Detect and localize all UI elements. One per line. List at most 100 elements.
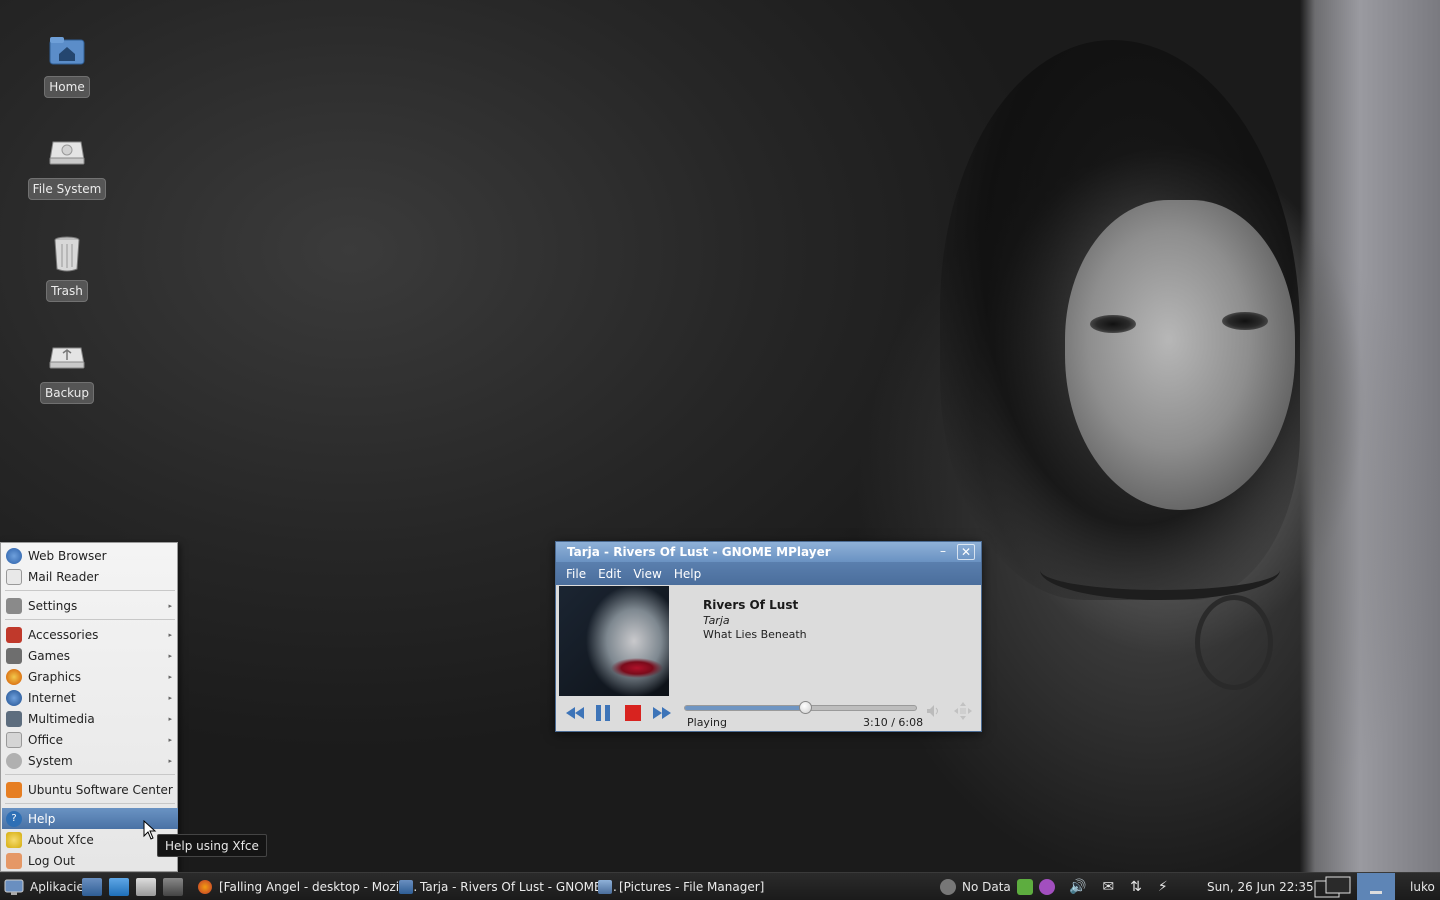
menu-file[interactable]: File [566,567,586,581]
menu-item-software-center[interactable]: Ubuntu Software Center [2,779,178,800]
games-icon [6,647,22,664]
menu-separator [5,774,175,775]
weather-text: No Data [962,880,1011,894]
weather-icon [940,879,956,895]
menu-item-web-browser[interactable]: Web Browser [2,545,178,566]
xfce-logo-icon [4,879,24,895]
rewind-button[interactable] [563,702,587,724]
clock[interactable]: Sun, 26 Jun 22:35 [1207,873,1314,900]
menu-item-label: Mail Reader [28,569,99,584]
start-label: Aplikacie [30,880,84,894]
menu-item-internet[interactable]: Internet ▸ [2,687,178,708]
menu-item-games[interactable]: Games ▸ [2,645,178,666]
forward-button[interactable] [650,702,674,724]
menu-edit[interactable]: Edit [598,567,621,581]
desktop-icon-file-system[interactable]: File System [22,132,112,200]
backup-drive-icon [47,336,87,376]
track-artist: Tarja [703,614,730,627]
desktop-icon-home[interactable]: Home [22,30,112,98]
task-button-mplayer[interactable]: Tarja - Rivers Of Lust - GNOME ... [399,875,617,899]
workspaces-icon [1314,876,1351,898]
globe-icon [6,547,22,564]
desktop-launcher-icon[interactable] [82,878,102,896]
desktop-icon-label: File System [27,178,107,200]
taskbar: Aplikacie [Falling Angel - desktop - Moz… [0,872,1440,900]
desktop-icon-trash[interactable]: Trash [22,234,112,302]
menu-item-accessories[interactable]: Accessories ▸ [2,624,178,645]
mouse-cursor-icon [143,820,157,840]
speaker-icon [927,705,938,717]
submenu-arrow-icon: ▸ [168,735,172,744]
chat-icon[interactable] [1039,879,1055,895]
applications-menu-button[interactable]: Aplikacie [4,873,84,900]
seek-handle[interactable] [799,701,812,714]
pause-icon [596,705,610,721]
wallpaper-eye [1222,312,1268,330]
power-icon[interactable]: ⚡ [1158,879,1168,895]
pause-button[interactable] [591,702,615,724]
stop-button[interactable] [621,702,645,724]
workspace-switcher[interactable] [1357,873,1395,900]
network-icon[interactable]: ⇅ [1130,879,1142,895]
download-launcher-icon[interactable] [109,878,129,896]
home-folder-icon [47,30,87,70]
multimedia-icon [6,710,22,727]
menu-item-graphics[interactable]: Graphics ▸ [2,666,178,687]
menu-item-label: Graphics [28,669,81,684]
menu-item-multimedia[interactable]: Multimedia ▸ [2,708,178,729]
seek-bar[interactable] [684,701,917,714]
seek-progress [685,706,805,710]
menu-item-office[interactable]: Office ▸ [2,729,178,750]
submenu-arrow-icon: ▸ [168,672,172,681]
playback-status: Playing [687,716,727,729]
file-manager-icon [598,880,612,894]
fullscreen-icon [954,702,972,720]
drive-icon [47,132,87,172]
menu-item-label: Log Out [28,853,76,868]
rewind-icon [566,707,584,719]
menu-view[interactable]: View [633,567,661,581]
window-titlebar[interactable]: Tarja - Rivers Of Lust - GNOME MPlayer [556,542,981,562]
menu-item-settings[interactable]: Settings ▸ [2,595,178,616]
volume-icon[interactable]: 🔊 [1069,879,1086,895]
menubar: File Edit View Help [556,562,981,585]
menu-item-label: Games [28,648,70,663]
desktop-icon-label: Trash [46,280,88,302]
submenu-arrow-icon: ▸ [168,601,172,610]
user-menu[interactable]: luko [1410,873,1435,900]
stop-icon [625,705,641,721]
tray-app-icon[interactable] [1017,879,1033,895]
search-launcher-icon[interactable] [163,878,183,896]
task-button-browser[interactable]: [Falling Angel - desktop - Mozill... [198,875,417,899]
menu-item-mail-reader[interactable]: Mail Reader [2,566,178,587]
task-label: [Pictures - File Manager] [619,880,765,894]
clock-text: Sun, 26 Jun 22:35 [1207,880,1314,894]
menu-item-label: Settings [28,598,78,613]
task-label: [Falling Angel - desktop - Mozill... [219,880,418,894]
volume-button[interactable] [922,700,946,722]
playback-time: 3:10 / 6:08 [863,716,924,729]
firefox-icon [198,880,212,894]
show-desktop-button[interactable] [1314,873,1354,900]
mail-icon[interactable]: ✉ [1102,879,1114,895]
close-button[interactable]: ✕ [957,544,975,560]
user-name: luko [1410,880,1435,894]
accessories-icon [6,626,22,643]
terminal-launcher-icon[interactable] [136,878,156,896]
minimize-button[interactable]: – [934,544,952,560]
fullscreen-button[interactable] [951,700,975,722]
menu-help[interactable]: Help [674,567,701,581]
desktop-icon-backup[interactable]: Backup [22,336,112,404]
menu-item-system[interactable]: System ▸ [2,750,178,771]
submenu-arrow-icon: ▸ [168,714,172,723]
submenu-arrow-icon: ▸ [168,756,172,765]
internet-icon [6,689,22,706]
task-button-file-manager[interactable]: [Pictures - File Manager] [598,875,764,899]
menu-item-log-out[interactable]: Log Out [2,850,178,871]
workspace-window-icon [1370,890,1382,894]
menu-separator [5,590,175,591]
weather-applet[interactable]: No Data [940,873,1011,900]
track-title: Rivers Of Lust [703,598,799,612]
menu-separator [5,803,175,804]
desktop-icon-label: Backup [40,382,94,404]
